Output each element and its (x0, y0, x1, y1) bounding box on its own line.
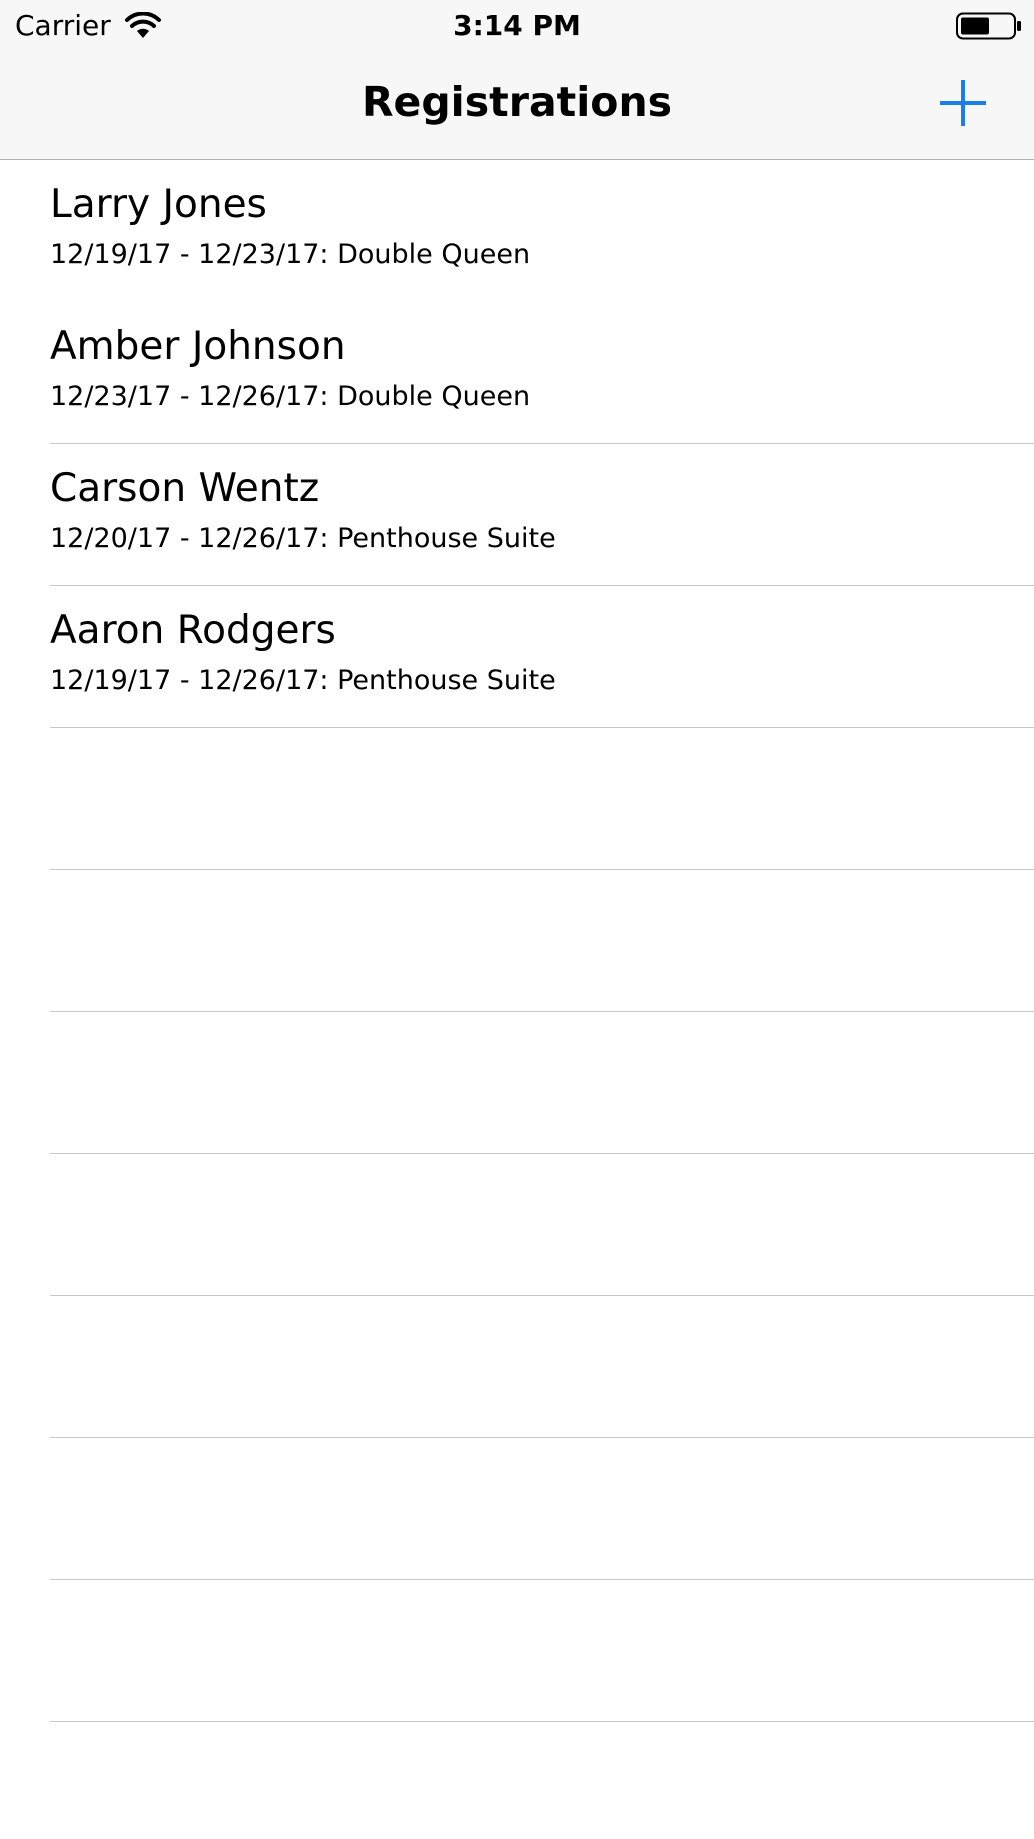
plus-icon (940, 80, 986, 126)
stay-details: 12/20/17 - 12/26/17: Penthouse Suite (50, 523, 556, 554)
add-registration-button[interactable] (938, 78, 988, 128)
row-separator (50, 1721, 1034, 1722)
battery-icon (956, 12, 1021, 40)
list-item[interactable]: Carson Wentz 12/20/17 - 12/26/17: Pentho… (0, 444, 1034, 586)
empty-row (0, 1296, 1034, 1438)
empty-row (0, 870, 1034, 1012)
clock-time: 3:14 PM (453, 9, 581, 42)
registrations-list: Larry Jones 12/19/17 - 12/23/17: Double … (0, 160, 1034, 1722)
guest-name: Aaron Rodgers (50, 608, 336, 653)
page-title: Registrations (361, 78, 673, 126)
empty-row (0, 1580, 1034, 1722)
navigation-bar: Registrations (0, 52, 1034, 160)
list-item[interactable]: Amber Johnson 12/23/17 - 12/26/17: Doubl… (0, 302, 1034, 444)
guest-name: Carson Wentz (50, 466, 320, 511)
stay-details: 12/19/17 - 12/26/17: Penthouse Suite (50, 665, 556, 696)
stay-details: 12/19/17 - 12/23/17: Double Queen (50, 239, 531, 270)
empty-row (0, 1438, 1034, 1580)
guest-name: Larry Jones (50, 182, 267, 227)
empty-row (0, 1154, 1034, 1296)
stay-details: 12/23/17 - 12/26/17: Double Queen (50, 381, 531, 412)
status-bar: Carrier 3:14 PM (0, 0, 1034, 52)
guest-name: Amber Johnson (50, 324, 346, 369)
list-item[interactable]: Larry Jones 12/19/17 - 12/23/17: Double … (0, 160, 1034, 302)
list-item[interactable]: Aaron Rodgers 12/19/17 - 12/26/17: Penth… (0, 586, 1034, 728)
empty-row (0, 728, 1034, 870)
empty-row (0, 1012, 1034, 1154)
